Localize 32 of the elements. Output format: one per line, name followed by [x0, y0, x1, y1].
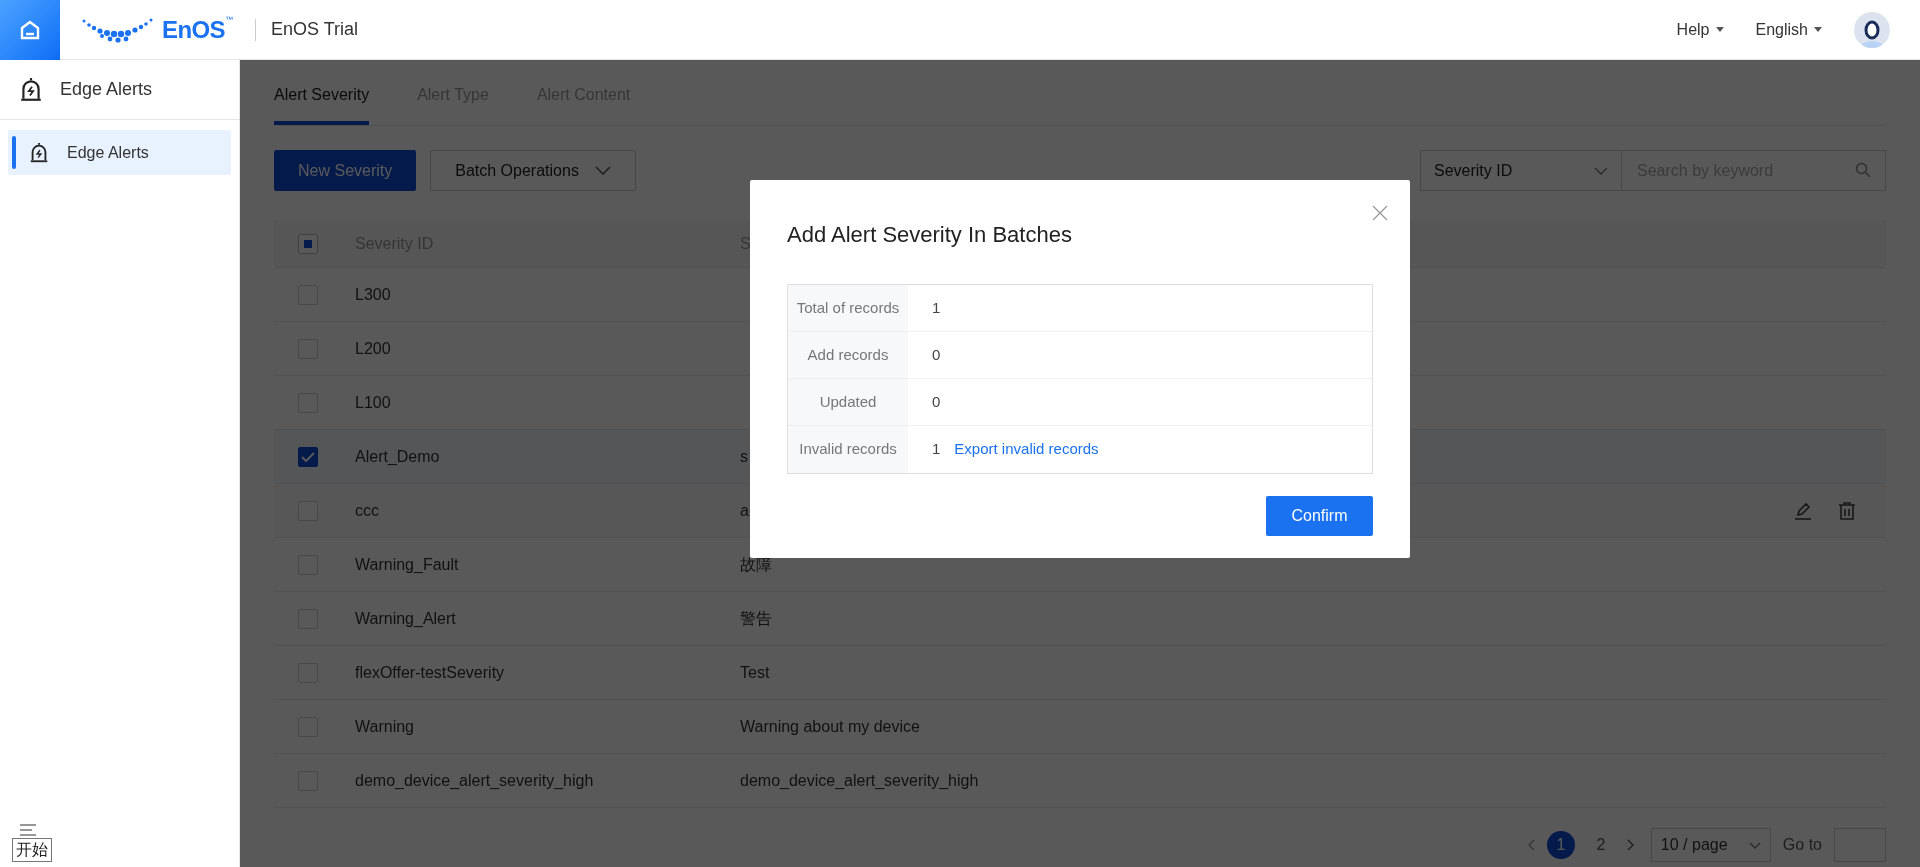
dialog-title: Add Alert Severity In Batches: [787, 221, 1073, 249]
go-to-label: Go to: [1782, 835, 1822, 855]
trademark-mark: ™: [224, 13, 233, 24]
record-label: Add records: [807, 344, 889, 365]
sidebar-title: Edge Alerts: [60, 78, 153, 101]
table-cell: L200: [355, 339, 391, 357]
record-label: Updated: [819, 391, 877, 412]
record-value: 0: [932, 344, 941, 365]
table-cell: L100: [355, 393, 391, 411]
table-cell: 警告: [740, 609, 772, 627]
logo-text: EnOS: [162, 14, 225, 45]
record-value: 0: [932, 391, 941, 412]
table-cell: demo_device_alert_severity_high: [740, 771, 979, 789]
start-tooltip: 开始: [12, 838, 52, 862]
table-cell: s: [740, 447, 748, 465]
table-cell: Alert_Demo: [355, 447, 440, 465]
table-cell: L300: [355, 285, 391, 303]
table-cell: flexOffer-testSeverity: [355, 663, 505, 681]
table-cell: Warning: [355, 717, 414, 735]
table-cell: Warning_Fault: [355, 555, 459, 573]
table-cell: ccc: [355, 501, 379, 519]
app-title: EnOS Trial: [270, 18, 358, 41]
table-cell: 故障: [740, 555, 772, 573]
record-value: 1: [932, 297, 941, 318]
record-value: 1: [932, 439, 941, 460]
record-label: Total of records: [796, 297, 900, 318]
table-cell: a: [740, 501, 749, 519]
record-label: Invalid records: [799, 439, 897, 460]
table-cell: Warning_Alert: [355, 609, 456, 627]
table-cell: Test: [740, 663, 770, 681]
table-cell: Warning about my device: [740, 717, 920, 735]
table-cell: demo_device_alert_severity_high: [355, 771, 594, 789]
